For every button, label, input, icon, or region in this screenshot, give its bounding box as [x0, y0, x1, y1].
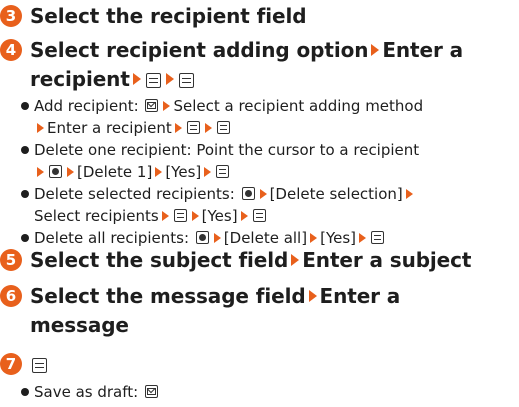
center-key-icon [371, 231, 385, 244]
arrow-icon [371, 44, 380, 56]
step-text-part: Enter a [319, 284, 401, 308]
center-key-icon [216, 121, 230, 134]
step-text-part: Enter a [382, 38, 464, 62]
step-text [30, 350, 49, 379]
arrow-icon [204, 123, 212, 133]
center-key-icon [178, 73, 194, 88]
arrow-icon [191, 211, 199, 221]
bullet-text: [Delete selection] [269, 185, 403, 203]
step-text: Select recipient adding option Enter a re… [30, 36, 463, 94]
bullet-text: [Yes] [165, 163, 202, 181]
menu-key-icon [49, 165, 62, 178]
step-text: Select the recipient field [30, 4, 307, 28]
list-item: Add recipient: Select a recipient adding… [18, 95, 423, 139]
step-text-part: Enter a subject [302, 248, 472, 272]
center-key-icon [252, 209, 266, 222]
step-4-options: Add recipient: Select a recipient adding… [18, 95, 423, 249]
step-number: 6 [0, 285, 22, 307]
arrow-icon [161, 211, 169, 221]
center-key-icon [145, 73, 161, 88]
arrow-icon [310, 233, 318, 243]
step-6: 6 Select the message field Enter a messag… [0, 282, 400, 340]
arrow-icon [37, 123, 44, 133]
bullet-text: Delete one recipient: Point the cursor t… [34, 141, 420, 159]
step-text-part: recipient [30, 67, 130, 91]
arrow-icon [213, 233, 221, 243]
arrow-icon [405, 189, 413, 199]
arrow-icon [165, 73, 174, 85]
step-7: 7 [0, 350, 49, 379]
list-item: Delete one recipient: Point the cursor t… [18, 139, 423, 183]
bullet-text: Delete all recipients: [34, 229, 190, 247]
arrow-icon [259, 189, 267, 199]
menu-key-icon [195, 231, 209, 244]
step-number: 3 [0, 5, 22, 27]
step-text-part: Select the message field [30, 284, 306, 308]
step-number: 7 [0, 353, 22, 375]
list-item: Delete selected recipients: [Delete sele… [18, 183, 423, 227]
bullet-text: [Yes] [201, 207, 238, 225]
bullet-text: [Yes] [320, 229, 357, 247]
step-text: Select the message field Enter a message [30, 282, 400, 340]
step-text: Select the subject field Enter a subject [30, 246, 471, 275]
menu-key-icon [241, 187, 255, 200]
arrow-icon [155, 167, 163, 177]
step-text-part: Select recipient adding option [30, 38, 369, 62]
center-key-icon [173, 209, 187, 222]
arrow-icon [308, 290, 317, 302]
arrow-icon [174, 123, 182, 133]
mail-key-icon [144, 385, 158, 398]
bullet-text: Save as draft: [34, 383, 139, 401]
bullet-text: [Delete 1] [77, 163, 153, 181]
arrow-icon [291, 254, 300, 266]
arrow-icon [37, 167, 44, 177]
step-5: 5 Select the subject field Enter a subjec… [0, 246, 471, 275]
step-number: 4 [0, 39, 22, 61]
arrow-icon [132, 73, 141, 85]
arrow-icon [67, 167, 74, 177]
bullet-text: [Delete all] [223, 229, 308, 247]
arrow-icon [240, 211, 248, 221]
step-text-part: Select the subject field [30, 248, 289, 272]
arrow-icon [163, 101, 171, 111]
center-key-icon [186, 121, 200, 134]
bullet-text: Add recipient: [34, 97, 139, 115]
bullet-text: Select recipients [34, 207, 159, 225]
center-key-icon [216, 165, 230, 178]
step-number: 5 [0, 249, 22, 271]
step-3: 3 Select the recipient field [0, 2, 307, 31]
list-item: Save as draft: [18, 381, 160, 403]
bullet-text: Select a recipient adding method [173, 97, 424, 115]
center-key-icon [32, 358, 47, 373]
bullet-text: Enter a recipient [47, 119, 172, 137]
arrow-icon [359, 233, 367, 243]
step-text-part: message [30, 313, 129, 337]
bullet-text: Delete selected recipients: [34, 185, 235, 203]
mail-key-icon [145, 99, 159, 112]
arrow-icon [204, 167, 212, 177]
step-4: 4 Select recipient adding option Enter a … [0, 36, 463, 94]
step-7-options: Save as draft: [18, 381, 160, 403]
